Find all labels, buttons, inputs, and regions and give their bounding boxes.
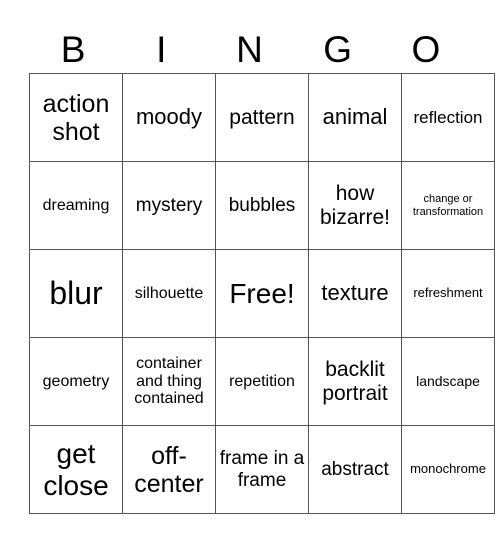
bingo-cell[interactable]: how bizarre! — [308, 161, 402, 250]
bingo-header: B I N G O — [29, 27, 470, 73]
bingo-cell[interactable]: container and thing contained — [122, 337, 216, 426]
free-space-cell[interactable]: Free! — [215, 249, 309, 338]
bingo-cell[interactable]: dreaming — [29, 161, 123, 250]
header-letter-n: N — [236, 29, 263, 70]
grid-row: dreaming mystery bubbles how bizarre! ch… — [29, 161, 495, 250]
bingo-cell[interactable]: silhouette — [122, 249, 216, 338]
bingo-cell[interactable]: abstract — [308, 425, 402, 514]
grid-row: blur silhouette Free! texture refreshmen… — [29, 249, 495, 338]
grid-row: geometry container and thing contained r… — [29, 337, 495, 426]
header-letter-o: O — [411, 29, 441, 70]
bingo-cell[interactable]: landscape — [401, 337, 495, 426]
bingo-cell[interactable]: frame in a frame — [215, 425, 309, 514]
bingo-cell[interactable]: mystery — [122, 161, 216, 250]
bingo-cell[interactable]: action shot — [29, 73, 123, 162]
bingo-cell[interactable]: repetition — [215, 337, 309, 426]
bingo-cell[interactable]: moody — [122, 73, 216, 162]
bingo-cell[interactable]: geometry — [29, 337, 123, 426]
bingo-cell[interactable]: backlit portrait — [308, 337, 402, 426]
header-letter-b: B — [60, 29, 86, 70]
bingo-cell[interactable]: texture — [308, 249, 402, 338]
bingo-cell[interactable]: reflection — [401, 73, 495, 162]
bingo-grid: action shot moody pattern animal reflect… — [29, 73, 495, 514]
header-letter-g: G — [323, 29, 353, 70]
bingo-cell[interactable]: bubbles — [215, 161, 309, 250]
bingo-cell[interactable]: pattern — [215, 73, 309, 162]
bingo-cell[interactable]: monochrome — [401, 425, 495, 514]
grid-row: get close off-center frame in a frame ab… — [29, 425, 495, 514]
header-letter-i: I — [156, 29, 167, 70]
bingo-cell[interactable]: refreshment — [401, 249, 495, 338]
bingo-cell[interactable]: animal — [308, 73, 402, 162]
bingo-cell[interactable]: off-center — [122, 425, 216, 514]
grid-row: action shot moody pattern animal reflect… — [29, 73, 495, 162]
bingo-cell[interactable]: get close — [29, 425, 123, 514]
bingo-cell[interactable]: change or transformation — [401, 161, 495, 250]
bingo-cell[interactable]: blur — [29, 249, 123, 338]
